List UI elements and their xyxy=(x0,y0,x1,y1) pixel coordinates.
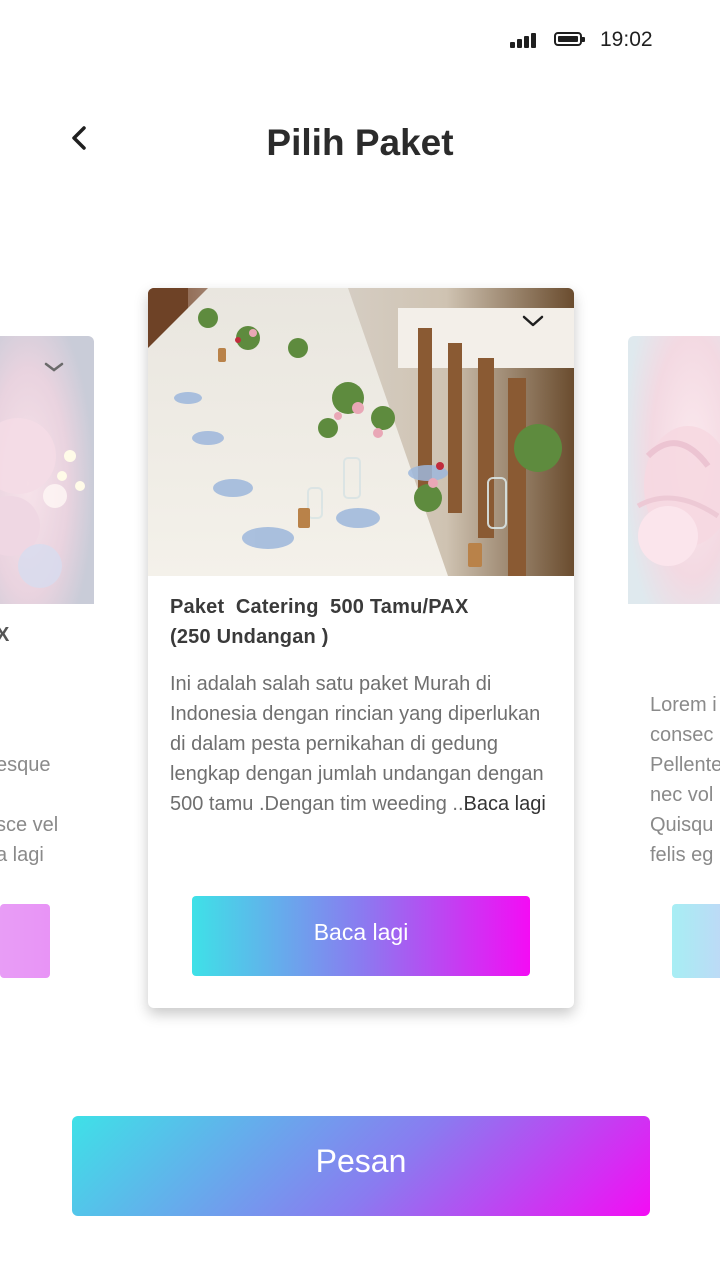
package-text-left-1: esque xyxy=(0,754,51,776)
read-more-link[interactable]: Baca lagi xyxy=(464,793,546,815)
read-more-button[interactable]: Baca lagi xyxy=(192,896,530,976)
read-more-button-left[interactable] xyxy=(0,904,50,978)
read-more-button-right[interactable] xyxy=(672,904,720,978)
package-text-right-5: Quisqu xyxy=(650,814,714,836)
signal-icon xyxy=(510,33,540,48)
package-image xyxy=(148,288,574,576)
package-title-line2: (250 Undangan ) xyxy=(170,626,329,648)
package-text-left-3: sce vel xyxy=(0,814,59,836)
page-title: Pilih Paket xyxy=(266,122,454,163)
package-title: Paket Catering 500 Tamu/PAX (250 Undanga… xyxy=(170,592,560,652)
package-title-line1: Paket Catering 500 Tamu/PAX xyxy=(170,596,469,618)
order-button[interactable]: Pesan xyxy=(72,1116,650,1216)
package-image-right xyxy=(628,336,720,604)
package-image-left xyxy=(0,336,94,604)
package-description: Ini adalah salah satu paket Murah di Ind… xyxy=(170,669,560,819)
package-text-right-2: consec xyxy=(650,724,714,746)
package-text-right-6: felis eg xyxy=(650,844,714,866)
package-text-right-3: Pellente xyxy=(650,754,720,776)
package-title-left: X xyxy=(0,624,10,646)
package-text-right-1: Lorem i xyxy=(650,694,717,716)
package-card-left[interactable]: X esque sce vel a lagi xyxy=(0,336,94,986)
battery-icon xyxy=(554,32,585,46)
package-text-right-4: nec vol xyxy=(650,784,714,806)
status-bar: 19:02 xyxy=(0,0,720,80)
package-card[interactable]: Paket Catering 500 Tamu/PAX (250 Undanga… xyxy=(148,288,574,1008)
status-time: 19:02 xyxy=(600,28,653,51)
package-card-right[interactable]: Lorem i consec Pellente nec vol Quisqu f… xyxy=(628,336,720,986)
package-text-left-4: a lagi xyxy=(0,844,44,866)
